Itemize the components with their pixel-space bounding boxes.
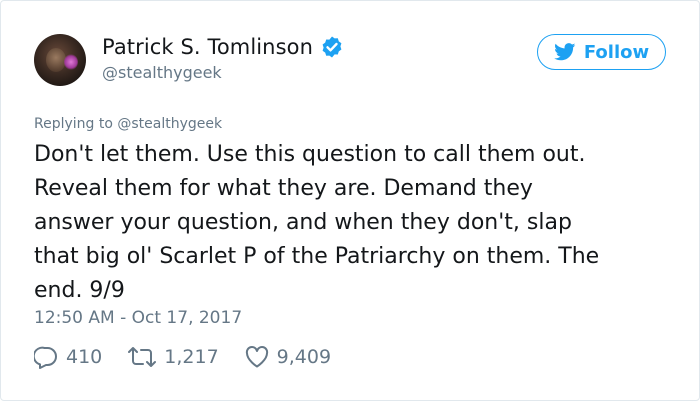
like-count: 9,409 [276,346,332,368]
twitter-bird-icon [553,43,576,61]
author-display-name[interactable]: Patrick S. Tomlinson [102,35,313,59]
tweet-actions: 410 1,217 9,409 [34,345,357,369]
verified-badge-icon [320,35,344,59]
tweet-text: Don't let them. Use this question to cal… [34,142,600,303]
retweet-button[interactable]: 1,217 [128,346,219,368]
avatar[interactable] [34,34,86,86]
avatar-light [64,54,78,70]
author-handle[interactable]: @stealthygeek [102,63,222,82]
reply-context-handle[interactable]: @stealthygeek [117,116,222,132]
reply-context-prefix: Replying to [34,116,118,132]
retweet-count: 1,217 [164,346,219,368]
follow-button[interactable]: Follow [537,34,666,70]
reply-button[interactable]: 410 [34,345,102,369]
tweet-card: Patrick S. Tomlinson @stealthygeek Follo… [0,0,700,401]
author-name-row: Patrick S. Tomlinson [102,35,344,59]
reply-count: 410 [66,346,103,368]
like-button[interactable]: 9,409 [245,346,331,368]
follow-button-label: Follow [583,41,650,63]
reply-context: Replying to @stealthygeek [34,116,222,132]
heart-icon [245,346,268,368]
retweet-icon [128,347,157,367]
reply-bubble-icon [34,346,57,369]
tweet-timestamp[interactable]: 12:50 AM - Oct 17, 2017 [34,308,242,328]
avatar-face [46,48,66,72]
